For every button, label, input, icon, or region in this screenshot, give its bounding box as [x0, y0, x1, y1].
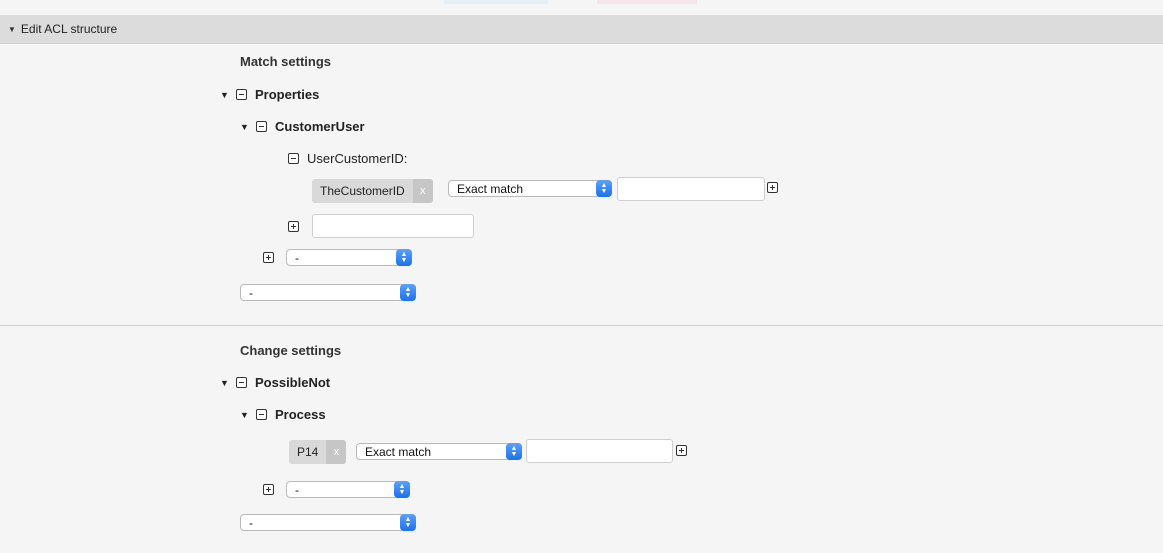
process-tag: P14 x [289, 440, 347, 464]
tag-value: TheCustomerID [320, 184, 405, 198]
customeruser-label: CustomerUser [275, 119, 365, 134]
possiblenot-label: PossibleNot [255, 375, 331, 390]
change-attribute-select-value: - [295, 482, 299, 497]
tag-remove-button[interactable]: x [326, 440, 347, 464]
add-attribute-key-button[interactable] [288, 221, 307, 235]
add-attribute-button[interactable] [263, 252, 282, 266]
tag-value: P14 [297, 445, 319, 459]
plus-box-icon[interactable] [676, 445, 687, 456]
properties-label: Properties [255, 87, 320, 102]
process-match-type-value: Exact match [365, 444, 432, 459]
change-property-select[interactable]: - ▲ ▼ [240, 514, 416, 531]
process-node[interactable]: ▼ Process [240, 407, 326, 422]
process-value-input[interactable] [526, 439, 673, 463]
plus-box-icon[interactable] [288, 221, 299, 232]
minus-box-icon[interactable] [236, 377, 247, 388]
triangle-down-icon: ▼ [8, 24, 16, 34]
attribute-select-value: - [295, 250, 299, 265]
triangle-down-icon[interactable]: ▼ [240, 410, 256, 420]
match-type-select[interactable]: Exact match ▲ ▼ [448, 180, 612, 197]
change-settings-title: Change settings [240, 343, 342, 358]
updown-arrow-icon: ▲ ▼ [394, 481, 410, 498]
top-tab-left [444, 0, 548, 4]
change-attribute-select[interactable]: - ▲ ▼ [286, 481, 410, 498]
plus-box-icon[interactable] [767, 182, 778, 193]
updown-arrow-icon: ▲ ▼ [400, 284, 416, 301]
customer-id-tag: TheCustomerID x [312, 179, 433, 203]
minus-box-icon[interactable] [256, 121, 267, 132]
plus-box-icon[interactable] [263, 484, 274, 495]
updown-arrow-icon: ▲ ▼ [596, 180, 612, 197]
minus-box-icon[interactable] [236, 89, 247, 100]
usercustomerid-node[interactable]: UserCustomerID: [288, 151, 407, 166]
change-property-select-value: - [249, 515, 253, 530]
minus-box-icon[interactable] [256, 409, 267, 420]
possiblenot-node[interactable]: ▼ PossibleNot [220, 375, 330, 390]
updown-arrow-icon: ▲ ▼ [506, 443, 522, 460]
process-label: Process [275, 407, 326, 422]
attribute-select[interactable]: - ▲ ▼ [286, 249, 412, 266]
updown-arrow-icon: ▲ ▼ [400, 514, 416, 531]
match-property-select[interactable]: - ▲ ▼ [240, 284, 416, 301]
add-change-attribute-button[interactable] [263, 484, 282, 498]
plus-box-icon[interactable] [263, 252, 274, 263]
process-match-type-select[interactable]: Exact match ▲ ▼ [356, 443, 522, 460]
new-attribute-key-input[interactable] [312, 214, 474, 238]
acl-structure-header[interactable]: ▼ Edit ACL structure [0, 15, 1163, 44]
match-property-select-value: - [249, 285, 253, 300]
properties-node[interactable]: ▼ Properties [220, 87, 319, 102]
triangle-down-icon[interactable]: ▼ [220, 378, 236, 388]
match-type-value: Exact match [457, 181, 524, 196]
match-settings-title: Match settings [240, 54, 332, 69]
top-tab-right [597, 0, 697, 4]
updown-arrow-icon: ▲ ▼ [396, 249, 412, 266]
triangle-down-icon[interactable]: ▼ [240, 122, 256, 132]
add-value-button[interactable] [767, 182, 786, 196]
usercustomerid-label: UserCustomerID: [307, 151, 408, 166]
header-title: Edit ACL structure [20, 22, 118, 36]
customeruser-node[interactable]: ▼ CustomerUser [240, 119, 365, 134]
minus-box-icon[interactable] [288, 153, 299, 164]
triangle-down-icon[interactable]: ▼ [220, 90, 236, 100]
tag-remove-button[interactable]: x [412, 179, 433, 203]
match-value-input[interactable] [617, 177, 765, 201]
add-process-value-button[interactable] [676, 445, 695, 459]
section-divider [0, 325, 1163, 326]
